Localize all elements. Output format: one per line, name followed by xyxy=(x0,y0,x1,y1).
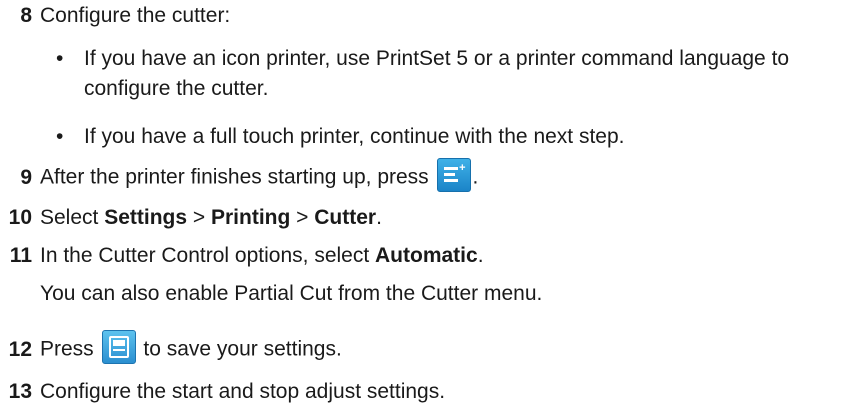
step-9: 9 After the printer finishes starting up,… xyxy=(0,158,479,192)
menu-path-settings: Settings xyxy=(104,206,188,229)
step-11: 11 In the Cutter Control options, select … xyxy=(0,244,484,268)
step-text: Configure the start and stop adjust sett… xyxy=(40,380,446,403)
bullet-glyph: • xyxy=(56,47,64,70)
save-icon xyxy=(101,330,136,364)
step-note: You can also enable Partial Cut from the… xyxy=(40,282,543,305)
step-number: 12 xyxy=(8,337,32,361)
step-8: 8 Configure the cutter: xyxy=(0,4,230,28)
step-text: After the printer finishes starting up, … xyxy=(40,165,429,189)
step-number: 11 xyxy=(9,244,32,267)
bullet-text: If you have a full touch printer, contin… xyxy=(84,125,625,148)
step-text: In the Cutter Control options, select xyxy=(40,244,376,267)
menu-path-cutter: Cutter xyxy=(314,206,377,229)
step-10: 10 Select Settings > Printing > Cutter. xyxy=(0,206,382,230)
step-text-end: . xyxy=(376,206,382,229)
option-automatic: Automatic xyxy=(375,244,478,267)
step-text: Press xyxy=(40,337,94,361)
step-number: 13 xyxy=(8,380,32,403)
step-number: 9 xyxy=(20,165,32,189)
menu-path-printing: Printing xyxy=(210,206,291,229)
step-text-end: to save your settings. xyxy=(143,337,342,361)
step-text-end: . xyxy=(477,244,484,267)
bullet-text: If you have an icon printer, use PrintSe… xyxy=(84,47,790,100)
bullet-glyph: • xyxy=(56,125,64,148)
menu-icon: + xyxy=(436,158,471,192)
step-13: 13 Configure the start and stop adjust se… xyxy=(0,380,445,404)
step-text: Configure the cutter: xyxy=(40,4,231,27)
menu-path-separator: > xyxy=(290,206,315,229)
step-12: 12 Press to save your settings. xyxy=(0,330,342,364)
step-number: 10 xyxy=(8,206,32,229)
step-number: 8 xyxy=(20,4,32,27)
step-text: Select xyxy=(40,206,105,229)
step-text-end: . xyxy=(472,165,479,189)
menu-path-separator: > xyxy=(187,206,211,229)
